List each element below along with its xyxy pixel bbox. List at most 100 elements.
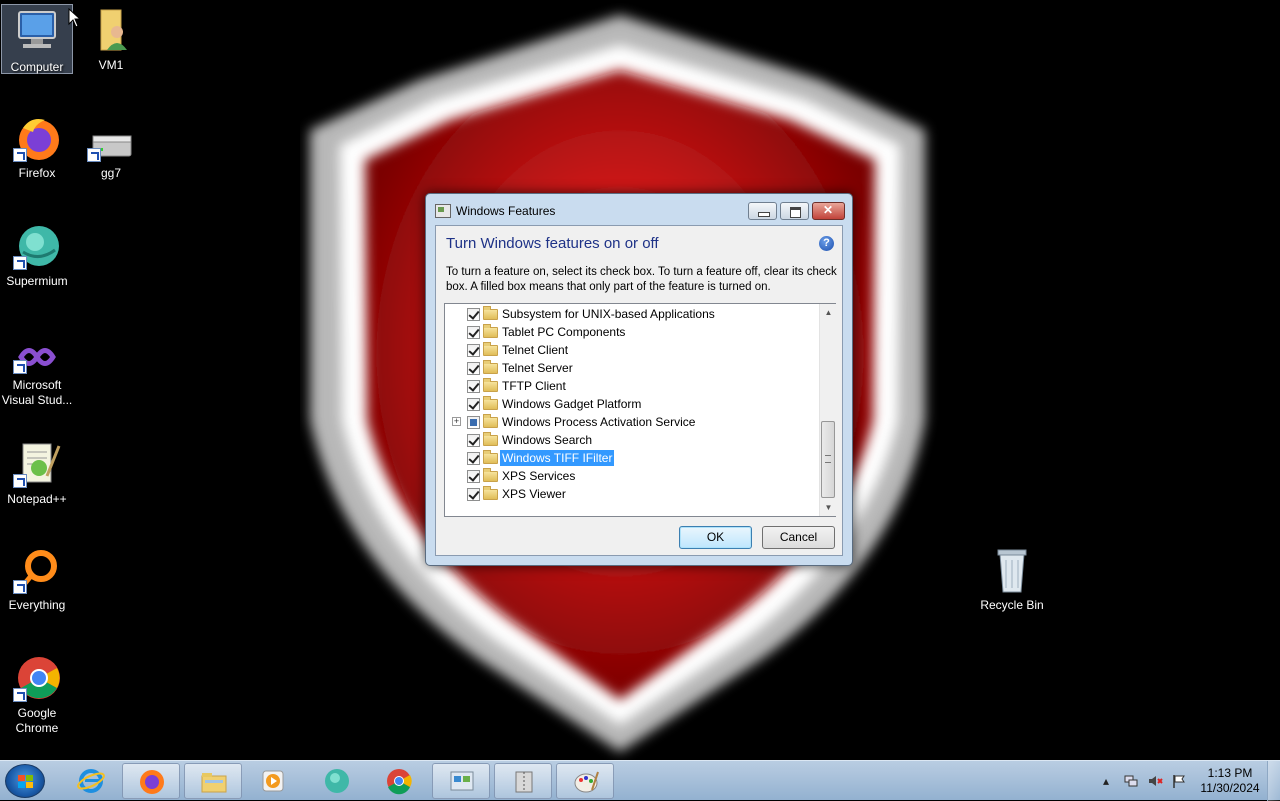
desktop-icon-vm1[interactable]: VM1 bbox=[75, 6, 147, 73]
feature-label: Windows Search bbox=[502, 433, 593, 447]
taskbar-supermium[interactable] bbox=[308, 763, 366, 799]
feature-row[interactable]: Telnet Client bbox=[445, 341, 819, 359]
feature-checkbox[interactable] bbox=[467, 308, 480, 321]
feature-row[interactable]: Tablet PC Components bbox=[445, 323, 819, 341]
feature-checkbox[interactable] bbox=[467, 380, 480, 393]
desktop-icon-computer[interactable]: Computer bbox=[1, 4, 73, 74]
action-center-flag-icon[interactable] bbox=[1171, 773, 1187, 789]
feature-checkbox[interactable] bbox=[467, 470, 480, 483]
taskbar-windows-explorer[interactable] bbox=[184, 763, 242, 799]
desktop-icon-firefox[interactable]: Firefox bbox=[1, 114, 73, 181]
taskbar-paint[interactable] bbox=[556, 763, 614, 799]
expand-icon[interactable]: + bbox=[452, 417, 461, 426]
title-bar[interactable]: Windows Features bbox=[426, 194, 852, 224]
feature-checkbox[interactable] bbox=[467, 398, 480, 411]
folder-icon bbox=[483, 468, 498, 482]
folder-icon bbox=[483, 414, 498, 428]
desktop-icon-gg7[interactable]: gg7 bbox=[75, 128, 147, 181]
feature-label: TFTP Client bbox=[502, 379, 566, 393]
notepadpp-icon bbox=[13, 440, 61, 488]
scroll-up-icon[interactable]: ▲ bbox=[820, 304, 837, 321]
feature-row[interactable]: XPS Viewer bbox=[445, 485, 819, 503]
dialog-description: To turn a feature on, select its check b… bbox=[446, 266, 837, 293]
feature-row[interactable]: Subsystem for UNIX-based Applications bbox=[445, 305, 819, 323]
taskbar-archive-tool[interactable] bbox=[494, 763, 552, 799]
dialog-title: Windows Features bbox=[456, 204, 556, 218]
feature-label: XPS Services bbox=[502, 469, 576, 483]
feature-label: Telnet Server bbox=[502, 361, 573, 375]
shortcut-arrow-icon bbox=[13, 474, 27, 488]
chrome-icon bbox=[387, 769, 412, 795]
feature-row[interactable]: TFTP Client bbox=[445, 377, 819, 395]
drive-icon bbox=[87, 128, 135, 162]
show-hidden-icons-icon[interactable]: ▴ bbox=[1098, 773, 1114, 789]
desktop-icon-label: Supermium bbox=[6, 274, 68, 288]
taskbar-windows-features[interactable] bbox=[432, 763, 490, 799]
start-button[interactable] bbox=[5, 764, 45, 798]
taskbar-media-player[interactable] bbox=[244, 763, 302, 799]
feature-row[interactable]: Windows Gadget Platform bbox=[445, 395, 819, 413]
feature-label: Windows Process Activation Service bbox=[502, 415, 696, 429]
feature-checkbox[interactable] bbox=[467, 326, 480, 339]
chrome-icon bbox=[13, 654, 61, 702]
cancel-button[interactable]: Cancel bbox=[762, 526, 835, 549]
feature-row[interactable]: Telnet Server bbox=[445, 359, 819, 377]
supermium-icon bbox=[13, 222, 61, 270]
clock-date: 11/30/2024 bbox=[1200, 781, 1260, 795]
feature-row[interactable]: XPS Services bbox=[445, 467, 819, 485]
desktop-icon-label: Firefox bbox=[18, 166, 56, 180]
desktop-icon-label: Microsoft Visual Stud... bbox=[1, 378, 73, 407]
desktop-icon-recycle-bin[interactable]: Recycle Bin bbox=[976, 546, 1048, 613]
shortcut-arrow-icon bbox=[13, 148, 27, 162]
features-list: Subsystem for UNIX-based Applications Tab… bbox=[445, 304, 819, 516]
show-desktop-button[interactable] bbox=[1267, 761, 1280, 801]
recycle-bin-icon bbox=[988, 546, 1036, 594]
visual-studio-icon bbox=[13, 340, 61, 374]
network-icon[interactable] bbox=[1123, 773, 1139, 789]
feature-row[interactable]: + Windows Process Activation Service bbox=[445, 413, 819, 431]
minimize-button[interactable] bbox=[748, 202, 777, 220]
desktop-icon-label: Everything bbox=[8, 598, 66, 612]
folder-icon bbox=[201, 773, 227, 793]
everything-icon bbox=[13, 546, 61, 594]
folder-icon bbox=[483, 396, 498, 410]
feature-checkbox[interactable] bbox=[467, 416, 480, 429]
internet-explorer-icon bbox=[77, 769, 105, 793]
help-icon[interactable]: ? bbox=[819, 236, 834, 251]
feature-checkbox[interactable] bbox=[467, 362, 480, 375]
folder-icon bbox=[483, 432, 498, 446]
desktop-icon-label: gg7 bbox=[100, 166, 122, 180]
windows-logo-icon bbox=[18, 775, 34, 789]
feature-checkbox[interactable] bbox=[467, 452, 480, 465]
user-folder-icon bbox=[87, 6, 135, 54]
clock[interactable]: 1:13 PM 11/30/2024 bbox=[1197, 766, 1263, 796]
desktop-icon-chrome[interactable]: Google Chrome bbox=[1, 654, 73, 736]
media-player-icon bbox=[262, 770, 284, 792]
taskbar-internet-explorer[interactable] bbox=[62, 763, 120, 799]
volume-muted-icon[interactable] bbox=[1147, 773, 1163, 789]
feature-checkbox[interactable] bbox=[467, 488, 480, 501]
feature-checkbox[interactable] bbox=[467, 344, 480, 357]
feature-row[interactable]: Windows TIFF IFilter bbox=[445, 449, 819, 467]
desktop-icon-label: Google Chrome bbox=[15, 706, 59, 735]
desktop-icon-visual-studio[interactable]: Microsoft Visual Stud... bbox=[1, 340, 73, 408]
maximize-button[interactable] bbox=[780, 202, 809, 220]
taskbar-firefox[interactable] bbox=[122, 763, 180, 799]
ok-button[interactable]: OK bbox=[679, 526, 752, 549]
taskbar-chrome[interactable] bbox=[370, 763, 428, 799]
desktop-icon-notepadpp[interactable]: Notepad++ bbox=[1, 440, 73, 507]
scrollbar-thumb[interactable] bbox=[821, 421, 835, 498]
desktop-icon-supermium[interactable]: Supermium bbox=[1, 222, 73, 289]
feature-label: Windows Gadget Platform bbox=[502, 397, 642, 411]
desktop: Computer VM1 Firefox gg7 Supermium Micro… bbox=[0, 0, 1280, 760]
close-button[interactable] bbox=[812, 202, 845, 220]
vertical-scrollbar[interactable]: ▲ ▼ bbox=[819, 304, 836, 516]
scroll-down-icon[interactable]: ▼ bbox=[820, 499, 837, 516]
desktop-icon-everything[interactable]: Everything bbox=[1, 546, 73, 613]
folder-icon bbox=[483, 306, 498, 320]
feature-row[interactable]: Windows Search bbox=[445, 431, 819, 449]
feature-checkbox[interactable] bbox=[467, 434, 480, 447]
shortcut-arrow-icon bbox=[87, 148, 101, 162]
paint-icon bbox=[574, 771, 599, 793]
mouse-cursor-icon bbox=[68, 8, 82, 28]
